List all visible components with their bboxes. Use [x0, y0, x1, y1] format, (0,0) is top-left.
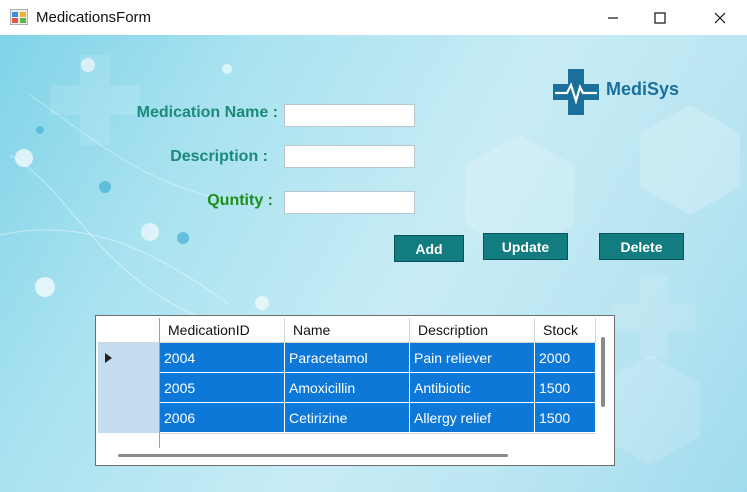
cell-name[interactable]: Amoxicillin	[285, 373, 410, 403]
close-icon	[714, 12, 726, 23]
add-button[interactable]: Add	[394, 235, 464, 262]
title-bar: MedicationsForm	[0, 0, 747, 35]
medication-name-label: Medication Name :	[136, 104, 278, 121]
medications-window: MedicationsForm Medication Name: Descri…	[0, 0, 747, 492]
update-button[interactable]: Update	[483, 233, 568, 260]
horizontal-scrollbar[interactable]	[118, 454, 508, 457]
new-row[interactable]	[160, 433, 596, 449]
row-header-selected[interactable]	[98, 343, 160, 433]
current-row-arrow-icon	[105, 353, 112, 363]
description-input[interactable]	[284, 145, 415, 168]
logo-text: MediSys	[606, 79, 680, 99]
column-header-stock[interactable]: Stock	[535, 318, 596, 343]
cell-stock[interactable]: 1500	[535, 403, 596, 433]
form-client-area: Medication Name : Description : Quntity …	[0, 35, 747, 492]
column-header-medicationid[interactable]: MedicationID	[160, 318, 285, 343]
cell-name[interactable]: Paracetamol	[285, 343, 410, 373]
minimize-button[interactable]	[590, 0, 636, 35]
app-icon	[10, 9, 28, 25]
column-header-description[interactable]: Description	[410, 318, 535, 343]
grid-body: MedicationID Name Description Stock 2004…	[98, 318, 596, 449]
maximize-button[interactable]	[637, 0, 683, 35]
quantity-input[interactable]	[284, 191, 415, 214]
quantity-label: Quntity :	[207, 192, 273, 209]
window-title: MedicationsForm	[36, 9, 152, 26]
column-header-name[interactable]: Name	[285, 318, 410, 343]
cell-id[interactable]: 2006	[160, 403, 285, 433]
medications-grid[interactable]: MedicationID Name Description Stock 2004…	[95, 315, 615, 466]
row-header-column	[98, 318, 160, 343]
vertical-scrollbar[interactable]	[601, 337, 605, 407]
medication-name-input[interactable]	[284, 104, 415, 127]
cell-stock[interactable]: 2000	[535, 343, 596, 373]
cell-name[interactable]: Cetirizine	[285, 403, 410, 433]
cell-description[interactable]: Pain reliever	[410, 343, 535, 373]
minimize-icon	[608, 16, 618, 19]
cell-stock[interactable]: 1500	[535, 373, 596, 403]
delete-button[interactable]: Delete	[599, 233, 684, 260]
medical-cross-icon	[553, 69, 599, 115]
cell-description[interactable]: Allergy relief	[410, 403, 535, 433]
description-label: Description :	[170, 148, 268, 165]
close-button[interactable]	[697, 0, 743, 35]
row-header-new[interactable]	[98, 433, 160, 448]
cell-id[interactable]: 2005	[160, 373, 285, 403]
maximize-icon	[654, 11, 666, 24]
cell-description[interactable]: Antibiotic	[410, 373, 535, 403]
cell-id[interactable]: 2004	[160, 343, 285, 373]
